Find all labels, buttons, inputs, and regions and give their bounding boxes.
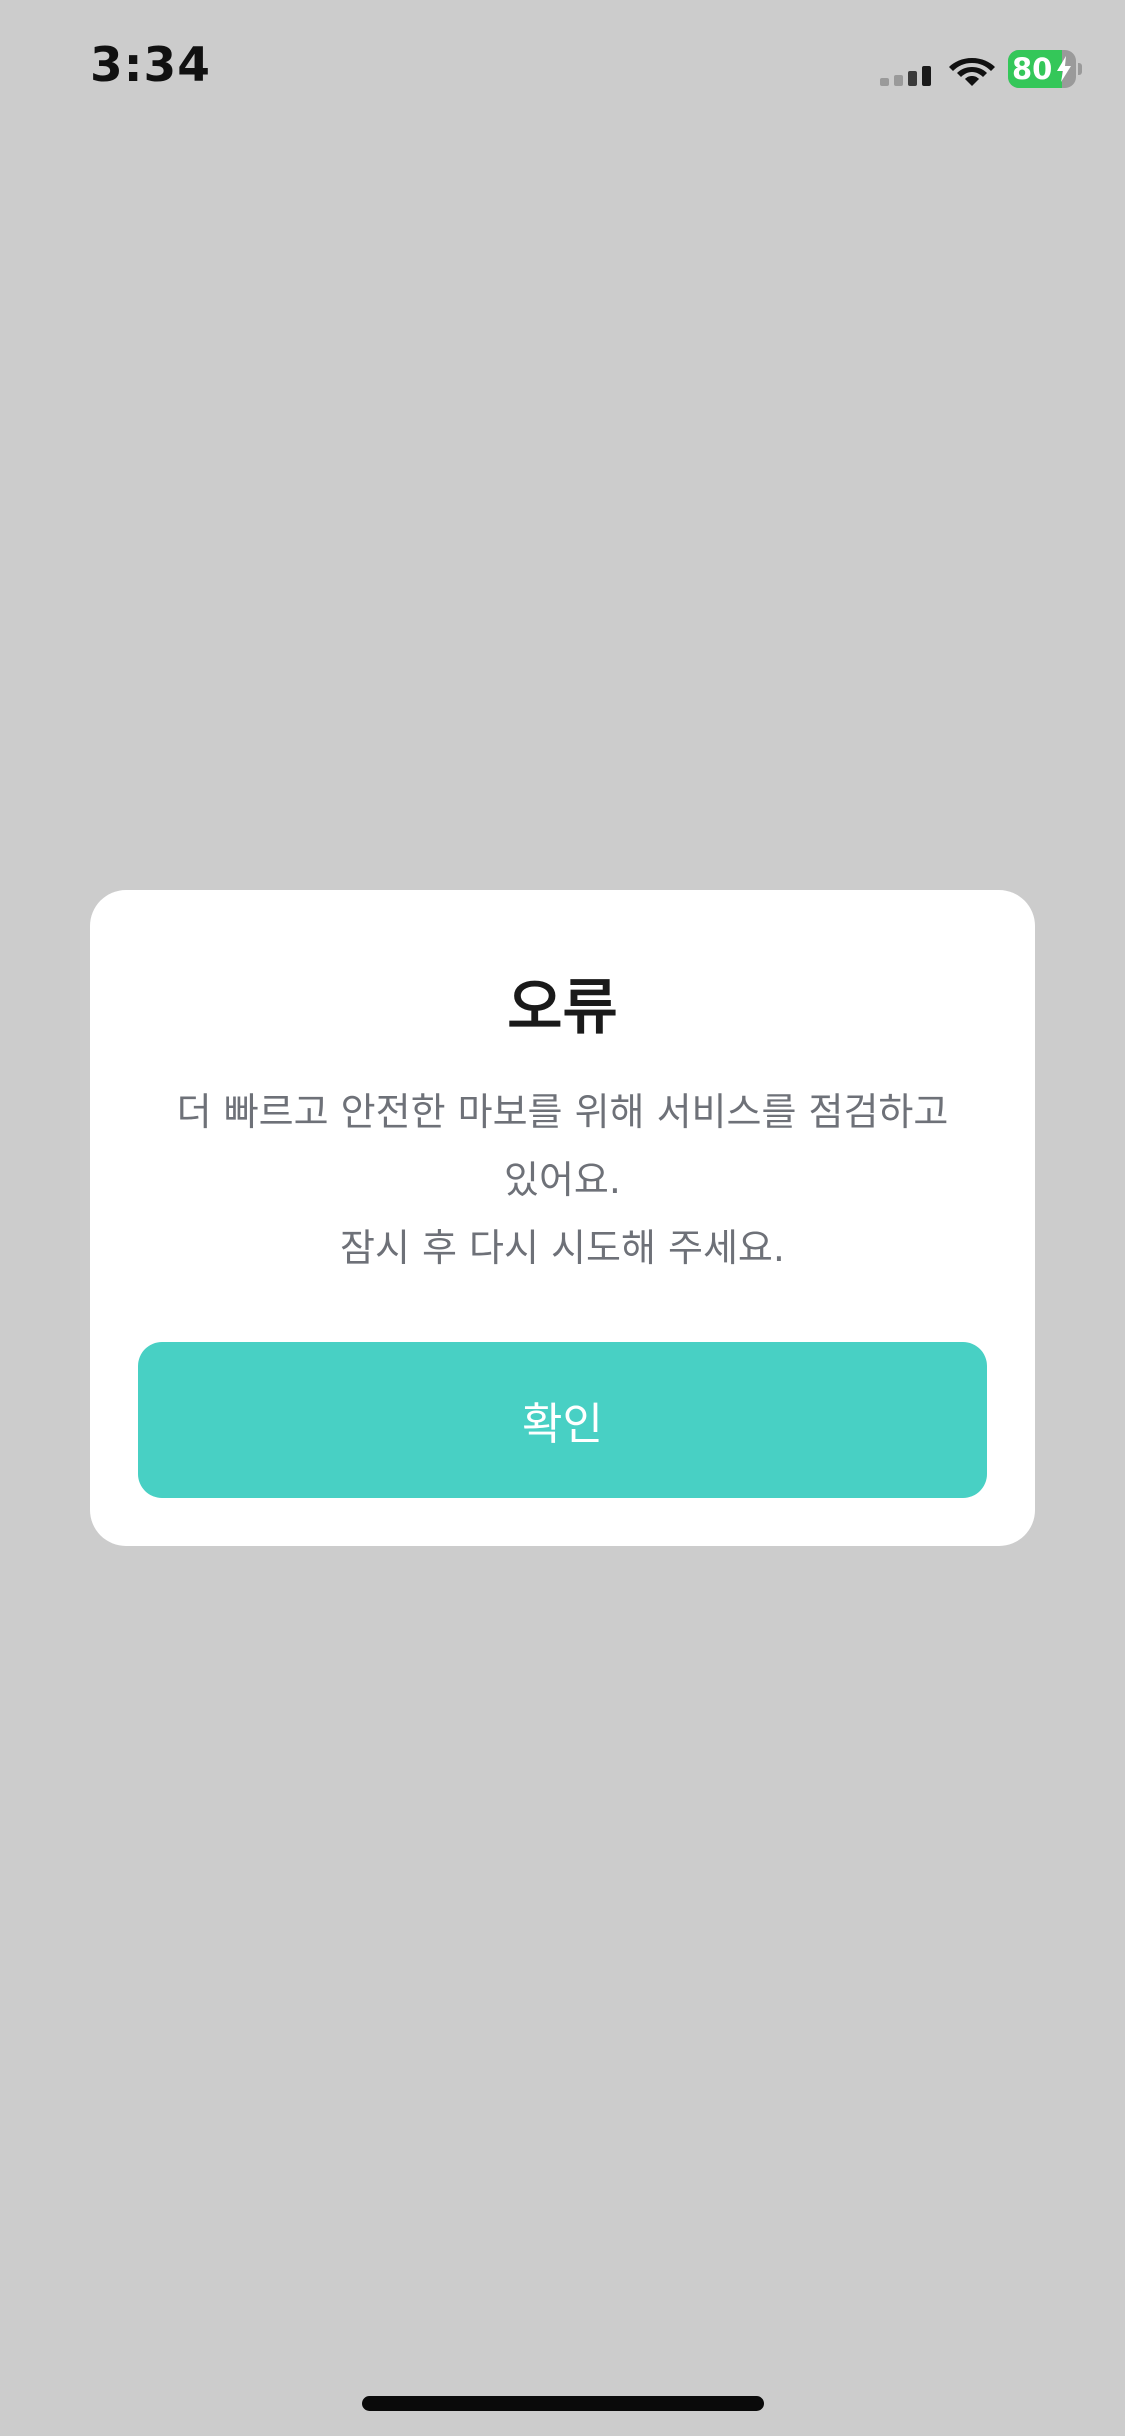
bolt-icon	[1057, 56, 1071, 82]
wifi-icon	[949, 58, 995, 86]
dialog-message: 더 빠르고 안전한 마보를 위해 서비스를 점검하고 있어요. 잠시 후 다시 …	[176, 1090, 949, 1270]
error-dialog: 오류 더 빠르고 안전한 마보를 위해 서비스를 점검하고 있어요. 잠시 후 …	[90, 890, 1035, 1546]
battery-level: 80	[1012, 52, 1053, 86]
dialog-title: 오류	[507, 973, 618, 1043]
battery-cap	[1078, 63, 1082, 75]
battery-body: 80	[1008, 50, 1076, 88]
home-indicator[interactable]	[362, 2396, 764, 2411]
battery-charging-icon: 80	[1008, 50, 1082, 88]
confirm-button[interactable]: 확인	[138, 1342, 987, 1498]
cellular-signal-icon	[880, 66, 931, 86]
status-time: 3:34	[90, 38, 211, 93]
status-bar: 3:34 80	[0, 0, 1125, 132]
